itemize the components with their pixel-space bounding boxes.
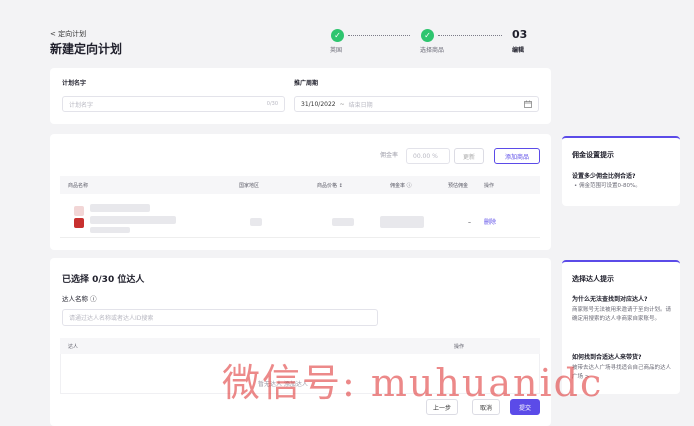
- product-title-blurred: [90, 227, 130, 233]
- plan-settings-card: 计划名字 计划名字 0/30 推广周期 31/10/2022 ~ 结束日期: [50, 68, 551, 124]
- end-date-placeholder: 结束日期: [348, 101, 373, 109]
- plan-name-placeholder: 计划名字: [69, 101, 94, 109]
- calendar-icon[interactable]: [524, 100, 532, 108]
- commission-tip-question: 设置多少佣金比例合适?: [572, 173, 636, 180]
- step-connector: [438, 35, 502, 36]
- creator-tip-q1: 为什么无法查找到对应达人?: [572, 296, 648, 303]
- creator-tip-a1: 商家账号无法被用来邀请于至向计划。请确定用搜索的达人非商家自家账号。: [572, 307, 672, 322]
- commission-tip-bullet-text: 佣金范围可设置0-80%。: [579, 183, 641, 189]
- period-date-range-input[interactable]: 31/10/2022 ~ 结束日期: [294, 96, 539, 112]
- table-row: – 删除: [60, 196, 540, 238]
- col-commission-rate: 佣金率 ⓘ: [390, 183, 412, 189]
- plan-name-input[interactable]: 计划名字 0/30: [62, 96, 285, 112]
- start-date: 31/10/2022: [301, 100, 336, 108]
- commission-rate-input[interactable]: 00.00 %: [406, 148, 450, 164]
- watermark-text: 微信号: muhuanidc: [222, 361, 604, 405]
- commission-tip-bullet: • 佣金范围可设置0-80%。: [574, 183, 641, 189]
- commission-input-blurred[interactable]: [380, 216, 424, 228]
- col-creator-action: 操作: [454, 344, 465, 350]
- update-button[interactable]: 更新: [454, 148, 484, 164]
- back-link[interactable]: < 定向计划: [50, 30, 86, 39]
- step-2-label: 选择商品: [420, 47, 445, 54]
- page-title: 新建定向计划: [50, 42, 123, 56]
- step-2-check-icon: ✓: [421, 29, 434, 42]
- products-table-header: 商品名称 国家地区 商品价格 ↕ 佣金率 ⓘ 预估佣金 操作: [60, 176, 540, 194]
- plan-name-label: 计划名字: [62, 80, 87, 87]
- commission-tip-card: 佣金设置提示 设置多少佣金比例合适? • 佣金范围可设置0-80%。: [562, 136, 680, 206]
- add-product-button[interactable]: 添加商品: [494, 148, 540, 164]
- creator-search-input[interactable]: 请通过达人名称或者达人ID搜索: [62, 309, 378, 326]
- delete-link[interactable]: 删除: [484, 219, 496, 227]
- step-connector: [348, 35, 410, 36]
- products-card: 佣金率 00.00 % 更新 添加商品 商品名称 国家地区 商品价格 ↕ 佣金率…: [50, 134, 551, 250]
- step-1-check-icon: ✓: [331, 29, 344, 42]
- date-separator: ~: [339, 100, 345, 108]
- col-price[interactable]: 商品价格 ↕: [317, 182, 343, 189]
- product-title-blurred: [90, 216, 176, 224]
- estimated-commission-value: –: [468, 219, 471, 226]
- creator-name-label: 达人名称 ⓘ: [62, 295, 97, 303]
- price-blurred: [332, 218, 354, 226]
- step-1-label: 英国: [330, 47, 343, 54]
- col-action: 操作: [484, 183, 495, 189]
- creator-tip-title: 选择达人提示: [572, 275, 614, 283]
- plan-name-counter: 0/30: [266, 101, 278, 107]
- commission-rate-label: 佣金率: [380, 152, 399, 159]
- creators-selected-title: 已选择 0/30 位达人: [62, 275, 145, 285]
- product-image: [74, 206, 84, 216]
- commission-tip-title: 佣金设置提示: [572, 151, 614, 159]
- product-title-blurred: [90, 204, 150, 212]
- region-blurred: [250, 218, 262, 226]
- product-image: [74, 218, 84, 228]
- col-region: 国家地区: [239, 183, 260, 189]
- col-estimated-commission: 预估佣金: [448, 183, 469, 189]
- step-3-number: 03: [512, 28, 528, 41]
- period-label: 推广周期: [294, 80, 319, 87]
- step-3-label: 编辑: [512, 47, 525, 54]
- col-product-name: 商品名称: [68, 183, 89, 189]
- col-creator: 达人: [68, 344, 79, 350]
